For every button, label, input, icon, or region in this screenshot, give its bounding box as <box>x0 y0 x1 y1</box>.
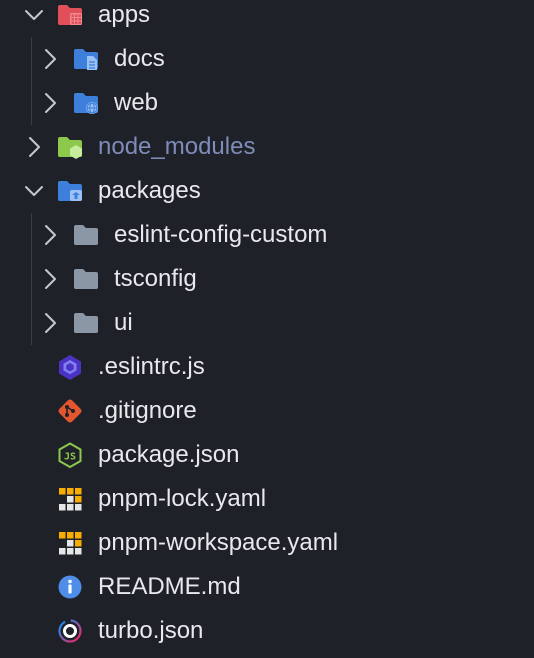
tree-file-pnpm-lock-yaml[interactable]: pnpm-lock.yaml <box>0 477 534 521</box>
tree-file-turbo-json[interactable]: turbo.json <box>0 609 534 653</box>
tree-item-label: tsconfig <box>114 265 197 292</box>
folder-icon <box>72 222 100 248</box>
chevron-right-icon[interactable] <box>24 135 44 159</box>
tree-item-label: apps <box>98 1 151 28</box>
tree-item-label: docs <box>114 45 165 72</box>
pnpm-icon <box>56 486 84 512</box>
turbo-icon <box>56 618 84 644</box>
tree-item-label: pnpm-workspace.yaml <box>98 529 339 556</box>
tree-item-label: turbo.json <box>98 617 204 644</box>
tree-item-label: eslint-config-custom <box>114 221 328 248</box>
node-folder-icon <box>56 134 84 160</box>
file-explorer-tree: apps docs web node_modules packages esli… <box>0 0 534 658</box>
tree-file-readme-md[interactable]: README.md <box>0 565 534 609</box>
tree-item-label: packages <box>98 177 201 204</box>
folder-icon <box>72 266 100 292</box>
chevron-right-icon[interactable] <box>40 47 60 71</box>
chevron-right-icon[interactable] <box>40 223 60 247</box>
tree-item-label: web <box>114 89 159 116</box>
chevron-down-icon[interactable] <box>24 179 44 203</box>
tree-folder-docs[interactable]: docs <box>0 37 534 81</box>
chevron-right-icon[interactable] <box>40 267 60 291</box>
tree-folder-packages[interactable]: packages <box>0 169 534 213</box>
tree-item-label: pnpm-lock.yaml <box>98 485 267 512</box>
tree-folder-ui[interactable]: ui <box>0 301 534 345</box>
docs-folder-icon <box>72 46 100 72</box>
nodejs-icon: JS <box>56 442 84 468</box>
pnpm-icon <box>56 530 84 556</box>
tree-file-package-json[interactable]: JS package.json <box>0 433 534 477</box>
tree-file-dot-gitignore[interactable]: .gitignore <box>0 389 534 433</box>
git-icon <box>56 398 84 424</box>
tree-item-label: .eslintrc.js <box>98 353 205 380</box>
apps-folder-icon <box>56 2 84 28</box>
tree-item-label: node_modules <box>98 133 256 160</box>
tree-folder-apps[interactable]: apps <box>0 0 534 37</box>
eslint-icon <box>56 354 84 380</box>
tree-file-dot-eslintrc-js[interactable]: .eslintrc.js <box>0 345 534 389</box>
info-icon <box>56 574 84 600</box>
tree-folder-node-modules[interactable]: node_modules <box>0 125 534 169</box>
tree-folder-tsconfig[interactable]: tsconfig <box>0 257 534 301</box>
tree-file-pnpm-workspace-yaml[interactable]: pnpm-workspace.yaml <box>0 521 534 565</box>
chevron-right-icon[interactable] <box>40 311 60 335</box>
web-folder-icon <box>72 90 100 116</box>
tree-item-label: package.json <box>98 441 240 468</box>
chevron-right-icon[interactable] <box>40 91 60 115</box>
chevron-down-icon[interactable] <box>24 3 44 27</box>
tree-folder-web[interactable]: web <box>0 81 534 125</box>
tree-item-label: ui <box>114 309 133 336</box>
svg-text:JS: JS <box>64 452 76 463</box>
tree-item-label: .gitignore <box>98 397 197 424</box>
folder-icon <box>72 310 100 336</box>
tree-item-label: README.md <box>98 573 241 600</box>
packages-folder-icon <box>56 178 84 204</box>
tree-folder-eslint-config-custom[interactable]: eslint-config-custom <box>0 213 534 257</box>
